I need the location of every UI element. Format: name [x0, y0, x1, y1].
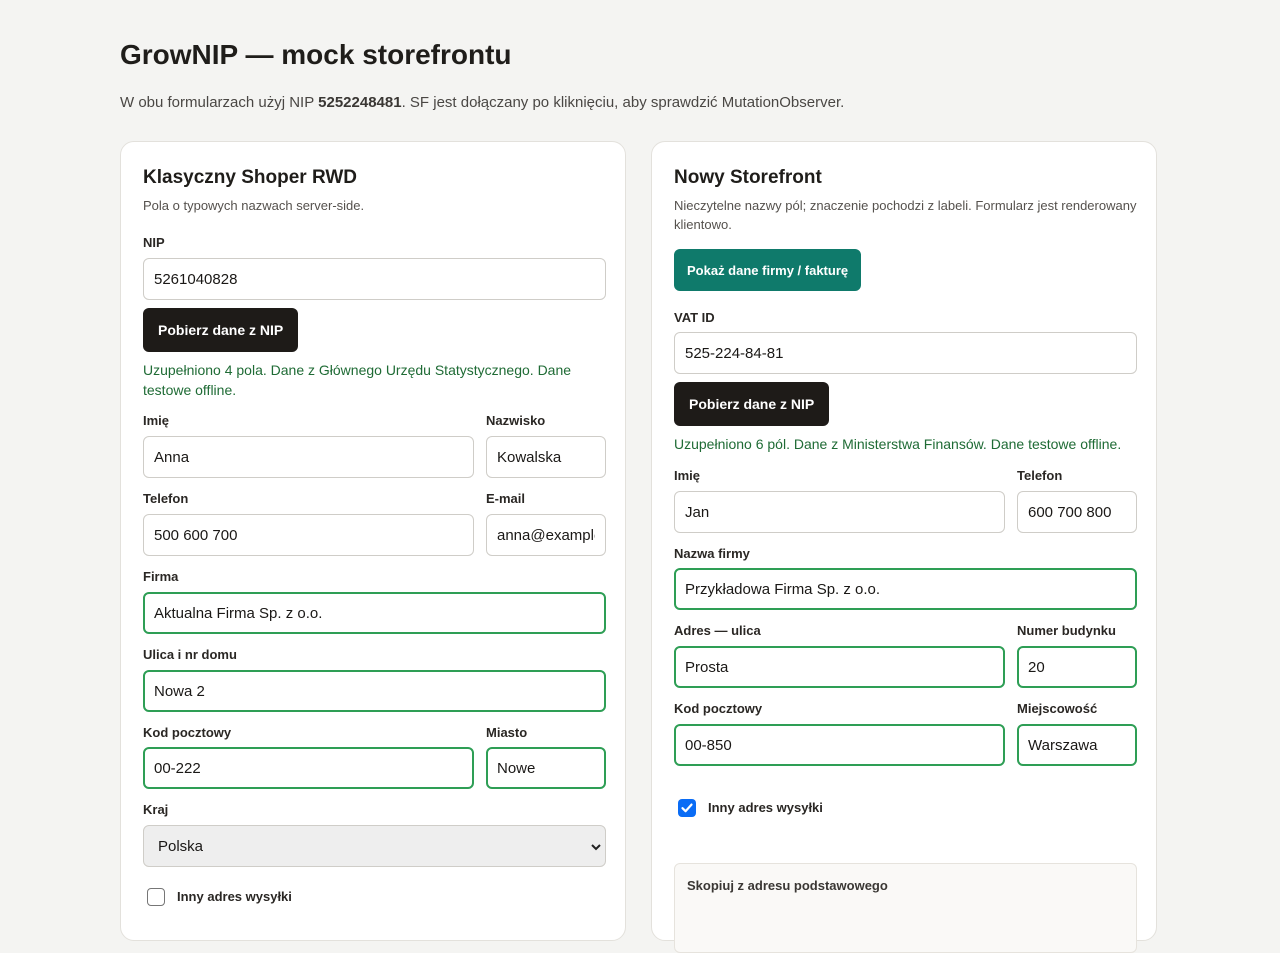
storefront-description-line-1: Nieczytelne nazwy pól; znaczenie pochodz… — [674, 198, 1137, 213]
classic-company-input[interactable] — [143, 592, 606, 634]
classic-postcode-input[interactable] — [143, 747, 474, 789]
classic-card-title: Klasyczny Shoper RWD — [143, 167, 357, 188]
storefront-company-input[interactable] — [674, 568, 1137, 610]
storefront-building-input[interactable] — [1017, 646, 1137, 688]
classic-first-name-label: Imię — [143, 413, 170, 428]
copy-from-primary-address-box: Skopiuj z adresu podstawowego — [674, 863, 1137, 953]
storefront-first-name-label: Imię — [674, 468, 701, 483]
storefront-city-label: Miejscowość — [1017, 701, 1098, 716]
storefront-city-input[interactable] — [1017, 724, 1137, 766]
storefront-postcode-input[interactable] — [674, 724, 1005, 766]
classic-email-label: E-mail — [486, 491, 526, 506]
storefront-street-label: Adres — ulica — [674, 623, 761, 638]
copy-from-primary-address-title: Skopiuj z adresu podstawowego — [687, 878, 888, 893]
classic-last-name-input[interactable] — [486, 436, 606, 478]
storefront-description-line-2: klientowo. — [674, 217, 732, 232]
classic-other-shipping-row: Inny adres wysyłki — [147, 888, 292, 906]
classic-other-shipping-label: Inny adres wysyłki — [177, 889, 292, 904]
classic-fetch-nip-button[interactable]: Pobierz dane z NIP — [143, 308, 299, 352]
storefront-vat-label: VAT ID — [674, 310, 715, 325]
storefront-postcode-label: Kod pocztowy — [674, 701, 763, 716]
page-intro: W obu formularzach użyj NIP 5252248481. … — [120, 93, 844, 113]
classic-other-shipping-checkbox[interactable] — [147, 888, 165, 906]
check-icon — [681, 803, 693, 813]
storefront-company-label: Nazwa firmy — [674, 546, 750, 561]
storefront-status-message: Uzupełniono 6 pól. Dane z Ministerstwa F… — [674, 436, 1122, 452]
storefront-first-name-input[interactable] — [674, 491, 1005, 533]
storefront-phone-input[interactable] — [1017, 491, 1137, 533]
storefront-form-card: Nowy Storefront Nieczytelne nazwy pól; z… — [651, 141, 1157, 953]
classic-card-description: Pola o typowych nazwach server-side. — [143, 198, 365, 213]
storefront-fetch-nip-button[interactable]: Pobierz dane z NIP — [674, 382, 830, 426]
classic-postcode-label: Kod pocztowy — [143, 725, 232, 740]
classic-street-input[interactable] — [143, 670, 606, 712]
classic-first-name-input[interactable] — [143, 436, 474, 478]
storefront-phone-label: Telefon — [1017, 468, 1063, 483]
classic-phone-label: Telefon — [143, 491, 189, 506]
classic-status-line-1: Uzupełniono 4 pola. Dane z Głównego Urzę… — [143, 362, 572, 378]
classic-last-name-label: Nazwisko — [486, 413, 546, 428]
show-company-invoice-button[interactable]: Pokaż dane firmy / fakturę — [674, 249, 862, 291]
classic-country-select-wrapper: Polska — [143, 825, 606, 867]
classic-nip-input[interactable] — [143, 258, 606, 300]
classic-status-message: Uzupełniono 4 pola. Dane z Głównego Urzę… — [143, 360, 606, 400]
storefront-other-shipping-checkbox[interactable] — [678, 799, 696, 817]
classic-street-label: Ulica i nr domu — [143, 647, 237, 662]
storefront-street-input[interactable] — [674, 646, 1005, 688]
storefront-building-label: Numer budynku — [1017, 623, 1116, 638]
storefront-other-shipping-label: Inny adres wysyłki — [708, 800, 823, 815]
classic-country-select[interactable]: Polska — [143, 825, 606, 867]
storefront-card-description: Nieczytelne nazwy pól; znaczenie pochodz… — [674, 196, 1144, 234]
classic-city-label: Miasto — [486, 725, 528, 740]
classic-email-input[interactable] — [486, 514, 606, 556]
intro-prefix: W obu formularzach użyj NIP — [120, 94, 319, 111]
intro-nip: 5252248481 — [318, 94, 402, 111]
storefront-card-title: Nowy Storefront — [674, 167, 822, 188]
storefront-vat-input[interactable] — [674, 332, 1137, 374]
page-title: GrowNIP — mock storefrontu — [120, 39, 512, 70]
classic-phone-input[interactable] — [143, 514, 474, 556]
classic-company-label: Firma — [143, 569, 179, 584]
classic-form-card: Klasyczny Shoper RWD Pola o typowych naz… — [120, 141, 626, 941]
classic-nip-label: NIP — [143, 235, 165, 250]
classic-country-label: Kraj — [143, 802, 169, 817]
storefront-other-shipping-row: Inny adres wysyłki — [678, 799, 823, 817]
classic-status-line-2: testowe offline. — [143, 382, 237, 398]
classic-city-input[interactable] — [486, 747, 606, 789]
intro-suffix: . SF jest dołączany po kliknięciu, aby s… — [401, 94, 845, 111]
